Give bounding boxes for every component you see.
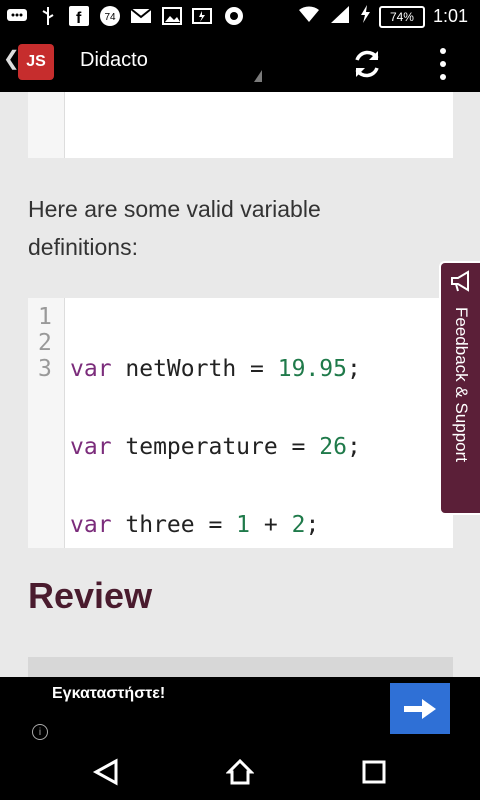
svg-text:74: 74 — [104, 12, 116, 23]
code-number: 2 — [291, 512, 306, 538]
status-bar: f 74 74% 1:01 — [0, 0, 480, 32]
signal-icon — [329, 4, 351, 29]
home-icon[interactable] — [226, 758, 254, 786]
battery-indicator: 74% — [378, 5, 425, 28]
code-gutter — [28, 92, 65, 158]
code-number: 26 — [319, 434, 347, 460]
code-identifier: temperature = — [111, 434, 320, 460]
code-line: var temperature = 26; — [70, 434, 361, 460]
ad-banner[interactable]: Εγκαταστήστε! i — [0, 677, 480, 740]
feedback-support-tab[interactable]: Feedback & Support — [439, 261, 480, 515]
recent-apps-icon[interactable] — [360, 758, 388, 786]
app-title: Didacto — [80, 49, 148, 71]
overflow-menu-icon[interactable] — [432, 48, 454, 80]
wifi-icon — [297, 4, 321, 29]
gear-icon — [223, 5, 245, 27]
line-number: 1 — [38, 304, 52, 330]
code-block: 1 2 3 var netWorth = 19.95; var temperat… — [28, 298, 453, 548]
app-logo[interactable]: JS — [18, 44, 54, 80]
messages-icon — [6, 5, 28, 27]
lesson-content: Here are some valid variable definitions… — [0, 92, 480, 677]
refresh-icon[interactable] — [350, 47, 384, 81]
code-operator: + — [250, 512, 292, 538]
code-terminator: ; — [346, 434, 361, 460]
code-block-previous — [28, 92, 453, 158]
next-content-block — [28, 657, 453, 677]
mail-icon — [130, 5, 152, 27]
arrow-right-icon — [404, 698, 436, 719]
code-terminator: ; — [305, 512, 320, 538]
ad-arrow-button[interactable] — [390, 683, 450, 734]
code-number: 1 — [236, 512, 251, 538]
code-terminator: ; — [346, 356, 361, 382]
section-heading: Review — [28, 575, 153, 616]
code-text: var netWorth = 19.95; var temperature = … — [70, 304, 361, 590]
code-keyword: var — [70, 356, 112, 382]
navigation-bar — [0, 740, 480, 800]
ad-info-icon[interactable]: i — [32, 724, 48, 740]
megaphone-icon — [451, 270, 469, 292]
code-keyword: var — [70, 512, 112, 538]
usb-icon — [37, 5, 59, 27]
line-number: 2 — [38, 330, 52, 356]
image-icon — [161, 5, 183, 27]
line-number: 3 — [38, 356, 52, 382]
spinner-indicator-icon[interactable] — [254, 70, 262, 82]
code-line: var three = 1 + 2; — [70, 512, 361, 538]
back-icon[interactable] — [92, 758, 120, 786]
charging-icon — [359, 4, 371, 29]
clock: 1:01 — [432, 6, 468, 26]
notification-count-icon: 74 — [99, 5, 121, 27]
battery-saver-icon — [192, 5, 214, 27]
code-number: 19.95 — [277, 356, 347, 382]
feedback-label: Feedback & Support — [452, 307, 471, 462]
app-logo-text: JS — [26, 53, 46, 70]
code-identifier: netWorth = — [111, 356, 278, 382]
code-identifier: three = — [111, 512, 237, 538]
svg-text:f: f — [76, 10, 82, 26]
code-keyword: var — [70, 434, 112, 460]
app-bar: ❮ JS Didacto — [0, 32, 480, 92]
code-line: var netWorth = 19.95; — [70, 356, 361, 382]
line-numbers: 1 2 3 — [38, 304, 52, 382]
lesson-paragraph: Here are some valid variable definitions… — [28, 196, 321, 260]
facebook-icon: f — [68, 5, 90, 27]
ad-text[interactable]: Εγκαταστήστε! — [52, 685, 165, 703]
